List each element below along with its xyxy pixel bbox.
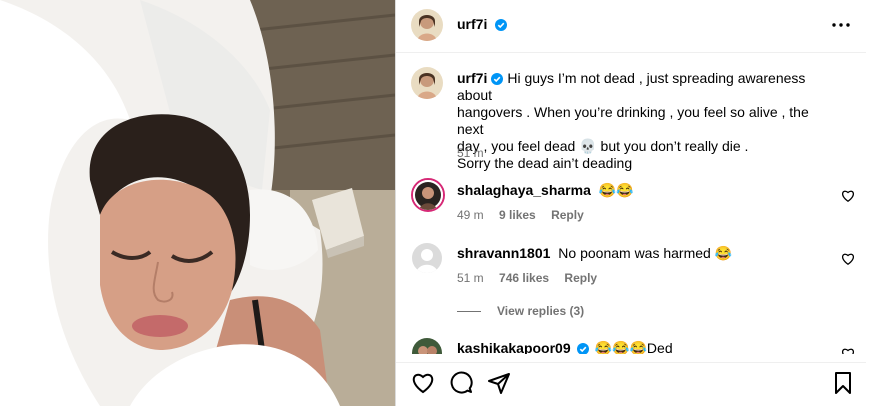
verified-badge-icon — [491, 73, 504, 85]
comment-username[interactable]: shalaghaya_sharma — [457, 182, 591, 198]
comment-avatar[interactable] — [412, 243, 442, 273]
comment-icon[interactable] — [449, 371, 475, 397]
comment-meta: 49 m 9 likes Reply — [457, 208, 596, 222]
author-avatar-image — [411, 9, 443, 41]
heart-icon[interactable] — [841, 252, 855, 266]
post-header: urf7i — [396, 0, 866, 53]
comment-meta: 51 m 746 likes Reply — [457, 271, 609, 285]
skull-emoji: 💀 — [579, 138, 597, 154]
caption-avatar[interactable] — [411, 67, 443, 99]
comment-avatar-image — [412, 338, 442, 354]
caption-meta: 51 m — [457, 146, 496, 160]
verified-badge-icon — [576, 343, 589, 354]
comment-avatar[interactable] — [411, 178, 445, 212]
caption-line-3b: but you don’t really die . — [600, 138, 749, 154]
comment-body: 😂😂 — [598, 182, 634, 198]
comment-text-row: shravann1801 No poonam was harmed 😂 — [457, 244, 732, 262]
caption-line-1: Hi guys I’m not dead , just spreading aw… — [457, 70, 806, 103]
view-replies-divider — [457, 311, 481, 313]
caption-line-2: hangovers . When you’re drinking , you f… — [457, 104, 809, 137]
comment-body: 😂😂😂Ded — [594, 340, 673, 354]
comment-avatar[interactable] — [412, 338, 442, 354]
post-caption: urf7i Hi guys I’m not dead , just spreadi… — [457, 70, 832, 172]
comment-text-row: kashikakapoor09 😂😂😂Ded — [457, 339, 673, 354]
post-detail-panel: urf7i urf7i Hi guys I’m not dead , just … — [395, 0, 884, 406]
comment-likes[interactable]: 746 likes — [499, 271, 549, 285]
comment-body: No poonam was harmed 😂 — [558, 245, 733, 261]
comment-likes[interactable]: 9 likes — [499, 208, 536, 222]
comment-avatar-image — [413, 180, 443, 210]
view-replies-button[interactable]: View replies (3) — [457, 304, 584, 318]
heart-icon[interactable] — [411, 371, 437, 397]
comments-scrollbar[interactable] — [874, 60, 878, 360]
author-username[interactable]: urf7i — [457, 16, 508, 32]
more-options-icon[interactable] — [830, 14, 852, 36]
comments-list[interactable]: urf7i Hi guys I’m not dead , just spreadi… — [396, 54, 866, 354]
caption-avatar-image — [411, 67, 443, 99]
comment-username[interactable]: kashikakapoor09 — [457, 340, 571, 354]
heart-icon[interactable] — [841, 347, 855, 354]
comment-username[interactable]: shravann1801 — [457, 245, 550, 261]
share-icon[interactable] — [487, 371, 513, 397]
comment-text-row: shalaghaya_sharma 😂😂 — [457, 181, 634, 199]
post-photo-illustration — [0, 0, 395, 406]
caption-username[interactable]: urf7i — [457, 70, 487, 86]
caption-line-4: Sorry the dead ain’t deading — [457, 155, 633, 171]
reply-button[interactable]: Reply — [551, 208, 584, 222]
heart-icon[interactable] — [841, 189, 855, 203]
post-photo[interactable] — [0, 0, 395, 406]
comment-time: 49 m — [457, 208, 484, 222]
author-avatar[interactable] — [411, 9, 443, 41]
reply-button[interactable]: Reply — [564, 271, 597, 285]
default-avatar-icon — [412, 243, 442, 273]
author-username-text[interactable]: urf7i — [457, 16, 487, 32]
verified-badge-icon — [495, 19, 508, 31]
caption-time: 51 m — [457, 146, 484, 160]
comment-time: 51 m — [457, 271, 484, 285]
post-actions-bar — [396, 362, 866, 398]
bookmark-icon[interactable] — [831, 371, 857, 397]
view-replies-label[interactable]: View replies (3) — [497, 304, 584, 318]
